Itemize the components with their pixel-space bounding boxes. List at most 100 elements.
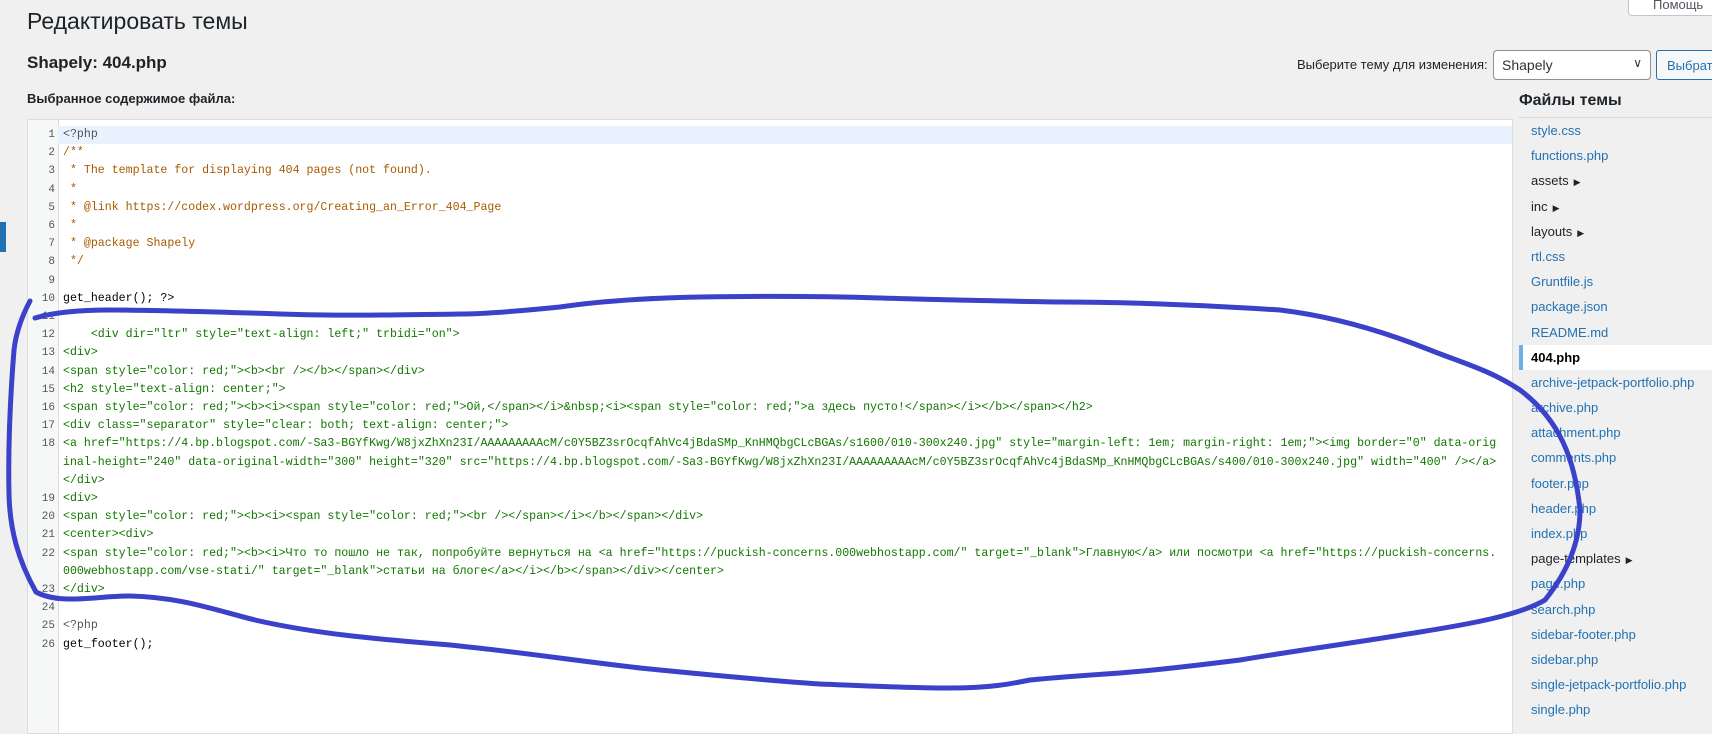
line-source[interactable]: <span style="color: red;"><b><i>Что то п… [63, 545, 1503, 581]
file-item-label: assets [1531, 173, 1569, 189]
line-source[interactable]: */ [63, 253, 1503, 271]
line-source[interactable]: <div> [63, 490, 1503, 508]
line-source[interactable]: * The template for displaying 404 pages … [63, 162, 1503, 180]
code-line[interactable]: 9 [28, 272, 1512, 290]
code-editor[interactable]: 1 <?php 2/** 3 * The template for displayin… [27, 119, 1513, 734]
line-source[interactable]: <?php [63, 617, 1503, 635]
file-item-label: attachment.php [1531, 425, 1621, 441]
file-item[interactable]: package.json [1519, 294, 1712, 319]
line-number: 21 [41, 529, 55, 542]
line-source[interactable]: <div class="separator" style="clear: bot… [63, 417, 1503, 435]
file-item-label: archive-jetpack-portfolio.php [1531, 374, 1695, 390]
file-item[interactable]: single-jetpack-portfolio.php [1519, 672, 1712, 697]
line-source[interactable]: get_footer(); [63, 636, 1503, 654]
code-lines[interactable]: 1 <?php 2/** 3 * The template for displayin… [28, 126, 1512, 654]
line-number: 19 [41, 493, 55, 506]
file-item[interactable]: 404.php [1519, 344, 1712, 370]
file-item[interactable]: Gruntfile.js [1519, 269, 1712, 294]
code-line[interactable]: 4 * [28, 181, 1512, 199]
line-source[interactable] [63, 599, 1503, 617]
code-line[interactable]: 13 <div> [28, 344, 1512, 362]
file-item-label: package.json [1531, 299, 1608, 315]
help-button[interactable]: Помощь [1628, 0, 1712, 16]
file-item[interactable]: README.md [1519, 320, 1712, 345]
code-line[interactable]: 3 * The template for displaying 404 page… [28, 162, 1512, 180]
code-line[interactable]: 6 * [28, 217, 1512, 235]
caret-right-icon: ▶ [1577, 227, 1585, 238]
line-source[interactable]: * [63, 217, 1503, 235]
line-number: 4 [48, 183, 55, 196]
code-line[interactable]: 12 <div dir="ltr" style="text-align: lef… [28, 326, 1512, 344]
line-source[interactable] [63, 272, 1503, 290]
code-line[interactable]: 15 <h2 style="text-align: center;"> [28, 381, 1512, 399]
line-source[interactable]: <?php [63, 126, 1503, 144]
line-source[interactable]: <span style="color: red;"><b><i><span st… [63, 508, 1503, 526]
file-item[interactable]: page.php [1519, 571, 1712, 596]
file-item[interactable]: functions.php [1519, 143, 1712, 168]
file-item[interactable]: archive-jetpack-portfolio.php [1519, 370, 1712, 395]
code-line[interactable]: 5 * @link https://codex.wordpress.org/Cr… [28, 199, 1512, 217]
theme-select[interactable]: Shapely ∨ [1493, 50, 1651, 80]
code-line[interactable]: 1 <?php [28, 126, 1512, 144]
code-line[interactable]: 11 [28, 308, 1512, 326]
code-line[interactable]: 26 get_footer(); [28, 636, 1512, 654]
code-line[interactable]: 7 * @package Shapely [28, 235, 1512, 253]
file-folder-item[interactable]: layouts ▶ [1519, 219, 1712, 244]
code-line[interactable]: 24 [28, 599, 1512, 617]
file-item[interactable]: archive.php [1519, 395, 1712, 420]
code-line[interactable]: 25 <?php [28, 617, 1512, 635]
file-folder-item[interactable]: page-templates ▶ [1519, 546, 1712, 571]
file-item[interactable]: index.php [1519, 521, 1712, 546]
file-item[interactable]: style.css [1519, 118, 1712, 143]
file-item[interactable]: header.php [1519, 496, 1712, 521]
line-source[interactable]: <center><div> [63, 526, 1503, 544]
code-line[interactable]: 19 <div> [28, 490, 1512, 508]
line-source[interactable]: /** [63, 144, 1503, 162]
line-source[interactable]: <h2 style="text-align: center;"> [63, 381, 1503, 399]
file-item[interactable]: single.php [1519, 697, 1712, 722]
file-item[interactable]: attachment.php [1519, 420, 1712, 445]
file-item[interactable]: sidebar-footer.php [1519, 622, 1712, 647]
line-source[interactable]: <a href="https://4.bp.blogspot.com/-Sa3-… [63, 435, 1503, 490]
select-theme-button[interactable]: Выбрать [1656, 50, 1712, 80]
file-item-label: header.php [1531, 500, 1597, 516]
line-source[interactable]: <span style="color: red;"><b><i><span st… [63, 399, 1503, 417]
file-folder-item[interactable]: assets ▶ [1519, 168, 1712, 193]
code-line[interactable]: 18 <a href="https://4.bp.blogspot.com/-Sa… [28, 435, 1512, 490]
code-line[interactable]: 23 </div> [28, 581, 1512, 599]
line-source[interactable]: get_header(); ?> [63, 290, 1503, 308]
code-line[interactable]: 17 <div class="separator" style="clear: b… [28, 417, 1512, 435]
line-source[interactable]: </div> [63, 581, 1503, 599]
code-line[interactable]: 14 <span style="color: red;"><b><br /></b… [28, 363, 1512, 381]
code-line[interactable]: 20 <span style="color: red;"><b><i><span … [28, 508, 1512, 526]
line-number: 20 [41, 511, 55, 524]
line-source[interactable]: * @link https://codex.wordpress.org/Crea… [63, 199, 1503, 217]
file-item-label: rtl.css [1531, 248, 1565, 264]
file-item[interactable]: search.php [1519, 597, 1712, 622]
file-item[interactable]: footer.php [1519, 471, 1712, 496]
line-source[interactable]: <span style="color: red;"><b><br /></b><… [63, 363, 1503, 381]
file-item[interactable]: rtl.css [1519, 244, 1712, 269]
file-item-label: search.php [1531, 601, 1596, 617]
line-source[interactable]: * [63, 181, 1503, 199]
file-item-label: page-templates [1531, 551, 1621, 567]
code-line[interactable]: 16 <span style="color: red;"><b><i><span … [28, 399, 1512, 417]
line-source[interactable]: * @package Shapely [63, 235, 1503, 253]
file-item[interactable]: comments.php [1519, 445, 1712, 470]
line-number: 18 [41, 438, 55, 451]
line-source[interactable] [63, 308, 1503, 326]
line-source[interactable]: <div dir="ltr" style="text-align: left;"… [63, 326, 1503, 344]
line-source[interactable]: <div> [63, 344, 1503, 362]
theme-file-list: style.css functions.php assets ▶ inc ▶ layouts… [1519, 117, 1712, 723]
line-number: 24 [41, 602, 55, 615]
code-line[interactable]: 2 /** [28, 144, 1512, 162]
code-line[interactable]: 10 get_header(); ?> [28, 290, 1512, 308]
chevron-down-icon: ∨ [1633, 56, 1642, 70]
file-item-label: sidebar.php [1531, 651, 1599, 667]
code-line[interactable]: 22 <span style="color: red;"><b><i>Что то… [28, 545, 1512, 581]
file-item[interactable]: sidebar.php [1519, 647, 1712, 672]
line-number: 12 [41, 329, 55, 342]
file-folder-item[interactable]: inc ▶ [1519, 194, 1712, 219]
code-line[interactable]: 21 <center><div> [28, 526, 1512, 544]
code-line[interactable]: 8 */ [28, 253, 1512, 271]
